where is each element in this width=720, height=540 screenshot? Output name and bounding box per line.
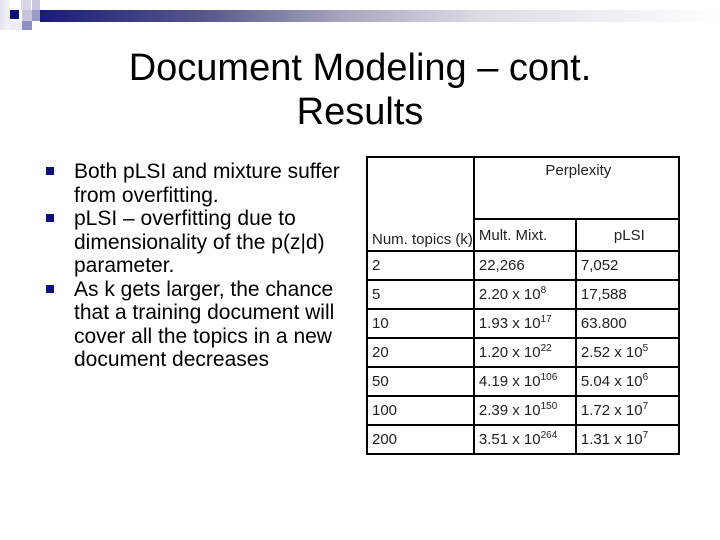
cell-mixt: 2.20 x 108 [472,279,577,310]
decor-square [22,21,32,30]
square-bullet-icon [46,214,54,222]
cell-plsi: 7,052 [574,250,680,281]
cell-plsi: 1.72 x 107 [574,395,680,426]
title-line-1: Document Modeling – cont. [128,47,592,89]
header-gradient-bar [40,10,720,22]
table-row: 100 2.39 x 10150 1.72 x 107 [366,395,680,426]
bullet-item: pLSI – overfitting due to dimensionality… [46,207,346,278]
cell-k: 20 [366,337,475,368]
cell-plsi: 2.52 x 105 [574,337,680,368]
bullet-item: As k gets larger, the chance that a trai… [46,278,346,372]
decor-square [32,0,40,10]
cell-value: 22,266 [478,257,525,274]
cell-k: 2 [366,250,475,281]
cell-mixt: 3.51 x 10264 [472,424,577,455]
header-perplexity: Perplexity [472,156,680,220]
cell-exponent: 6 [642,372,649,383]
cell-value: 7,052 [580,257,619,274]
cell-k: 5 [366,279,475,310]
cell-exponent: 106 [540,372,558,383]
decor-square [10,21,22,30]
cell-k: 50 [366,366,475,397]
cell-mixt: 1.20 x 1022 [472,337,577,368]
table-row: 2 22,266 7,052 [366,250,680,281]
cell-plsi: 17,588 [574,279,680,310]
cell-plsi: 63.800 [574,308,680,339]
cell-value: 2.52 x 10 [580,344,643,361]
table-row: 200 3.51 x 10264 1.31 x 107 [366,424,680,455]
cell-value: 1.72 x 10 [580,402,643,419]
cell-plsi: 5.04 x 106 [574,366,680,397]
table-header-row: Num. topics (k) Perplexity [366,156,680,252]
cell-value: 4.19 x 10 [478,373,541,390]
header-num-topics: Num. topics (k) [366,156,475,252]
table-row: 20 1.20 x 1022 2.52 x 105 [366,337,680,368]
bullet-item: Both pLSI and mixture suffer from overfi… [46,160,346,207]
cell-mixt: 22,266 [472,250,577,281]
cell-exponent: 264 [540,430,558,441]
cell-value: 2.20 x 10 [478,286,541,303]
decor-square [10,10,19,19]
title-line-2: Results [296,91,424,133]
slide-title: Document Modeling – cont. Results [60,46,660,134]
square-bullet-icon [46,284,54,293]
cell-exponent: 7 [642,430,649,441]
cell-mixt: 2.39 x 10150 [472,395,577,426]
table-row: 10 1.93 x 1017 63.800 [366,308,680,339]
cell-exponent: 22 [540,343,552,354]
cell-k: 100 [366,395,475,426]
cell-value: 63.800 [580,315,627,332]
cell-value: 17,588 [580,286,627,303]
bullet-text: As k gets larger, the chance that a trai… [74,277,335,372]
cell-exponent: 5 [642,343,649,354]
cell-value: 2.39 x 10 [478,402,541,419]
cell-exponent: 17 [540,314,552,325]
table-row: 50 4.19 x 10106 5.04 x 106 [366,366,680,397]
header-plsi: pLSI [574,218,680,252]
cell-mixt: 1.93 x 1017 [472,308,577,339]
cell-exponent: 7 [642,401,649,412]
table-row: 5 2.20 x 108 17,588 [366,279,680,310]
cell-plsi: 1.31 x 107 [574,424,680,455]
decor-square [0,0,10,30]
cell-value: 1.20 x 10 [478,344,541,361]
bullet-list: Both pLSI and mixture suffer from overfi… [46,160,346,372]
cell-mixt: 4.19 x 10106 [472,366,577,397]
table-body: 2 22,266 7,052 5 2.20 x 108 17,588 10 1.93 x 10… [366,250,680,455]
cell-k: 10 [366,308,475,339]
bullet-text: pLSI – overfitting due to dimensionality… [74,207,325,277]
cell-value: 3.51 x 10 [478,431,541,448]
perplexity-table: Num. topics (k) Perplexity Mult. Mixt. p… [366,156,680,455]
cell-k: 200 [366,424,475,455]
decor-square [22,10,32,21]
square-bullet-icon [46,167,54,175]
decor-square [21,0,31,10]
cell-value: 1.31 x 10 [580,431,643,448]
cell-value: 1.93 x 10 [478,315,541,332]
cell-value: 5.04 x 10 [580,373,643,390]
bullet-text: Both pLSI and mixture suffer from overfi… [74,160,340,207]
cell-exponent: 150 [540,401,558,412]
header-mult-mixt: Mult. Mixt. [472,218,577,252]
cell-exponent: 8 [540,285,547,296]
